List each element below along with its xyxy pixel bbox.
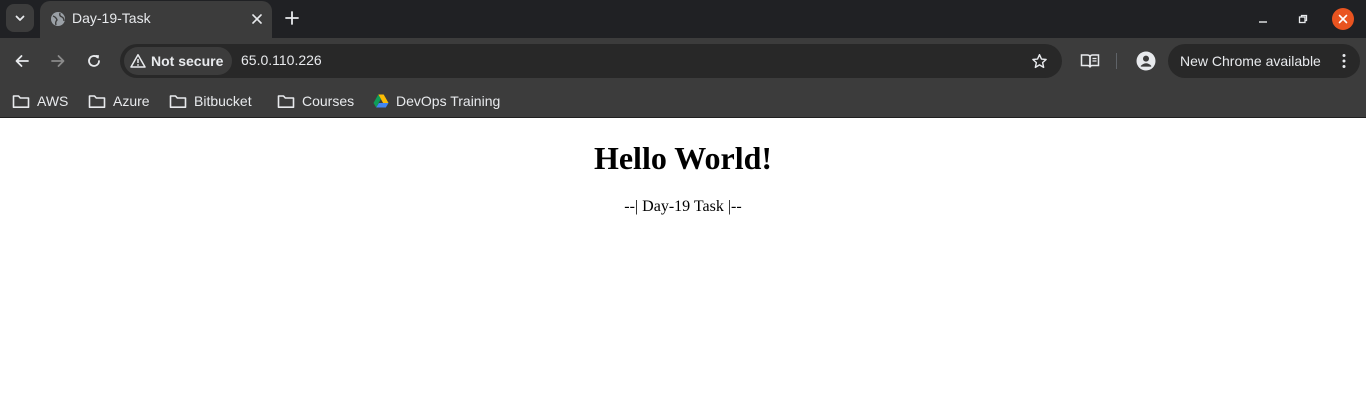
back-button[interactable] — [10, 49, 34, 73]
bookmark-devops-training[interactable]: DevOps Training — [373, 89, 500, 113]
restore-icon — [1298, 14, 1308, 24]
address-bar[interactable]: Not secure 65.0.110.226 — [120, 44, 1062, 78]
warning-icon — [130, 54, 146, 68]
arrow-left-icon — [15, 55, 29, 67]
minimize-icon — [1259, 21, 1267, 23]
arrow-right-icon — [51, 55, 65, 67]
bookmark-label: DevOps Training — [396, 93, 501, 109]
browser-toolbar: Not secure 65.0.110.226 New Chrome avail… — [0, 38, 1366, 83]
update-label: New Chrome available — [1180, 53, 1321, 69]
bookmark-aws[interactable]: AWS — [12, 89, 68, 113]
reload-icon — [88, 55, 100, 67]
chevron-down-icon — [15, 15, 25, 21]
security-label: Not secure — [151, 53, 224, 69]
page-content: Hello World! --| Day-19 Task |-- — [0, 119, 1366, 420]
close-icon — [252, 14, 262, 24]
bookmark-label: Courses — [302, 93, 355, 109]
bookmark-star-button[interactable] — [1028, 50, 1050, 72]
reload-button[interactable] — [82, 49, 106, 73]
globe-icon — [51, 12, 65, 26]
star-icon — [1031, 53, 1047, 68]
bookmark-label: Bitbucket — [194, 93, 252, 109]
update-chrome-button[interactable]: New Chrome available — [1168, 44, 1360, 78]
more-vert-icon — [1342, 54, 1346, 68]
restore-button[interactable] — [1292, 8, 1314, 30]
bookmark-azure[interactable]: Azure — [88, 89, 150, 113]
reading-mode-button[interactable] — [1078, 49, 1102, 73]
bookmark-courses[interactable]: Courses — [277, 89, 354, 113]
tab-title: Day-19-Task — [72, 10, 151, 26]
profile-button[interactable] — [1134, 49, 1158, 73]
folder-icon — [277, 94, 295, 108]
tab-close-button[interactable] — [248, 10, 266, 28]
account-icon — [1136, 51, 1156, 71]
forward-button[interactable] — [46, 49, 70, 73]
tab-search-button[interactable] — [6, 4, 34, 32]
bookmarks-bar: AWS Azure Bitbucket Courses DevOps Train… — [0, 83, 1366, 118]
minimize-button[interactable] — [1252, 8, 1274, 30]
close-window-button[interactable] — [1332, 8, 1354, 30]
google-drive-icon — [373, 94, 389, 108]
book-open-icon — [1080, 54, 1100, 68]
folder-icon — [12, 94, 30, 108]
bookmark-label: Azure — [113, 93, 150, 109]
security-indicator[interactable]: Not secure — [124, 47, 232, 75]
folder-icon — [169, 94, 187, 108]
bookmark-bitbucket[interactable]: Bitbucket — [169, 89, 252, 113]
tab-strip: Day-19-Task — [0, 0, 1366, 38]
close-icon — [1338, 14, 1348, 24]
toolbar-divider — [1116, 53, 1117, 69]
page-heading: Hello World! — [593, 140, 773, 176]
bookmark-label: AWS — [37, 93, 69, 109]
tab-active[interactable]: Day-19-Task — [40, 1, 272, 38]
plus-icon — [285, 11, 299, 25]
new-tab-button[interactable] — [281, 7, 303, 29]
page-subtitle: --| Day-19 Task |-- — [624, 198, 742, 215]
url-text[interactable]: 65.0.110.226 — [241, 52, 322, 68]
folder-icon — [88, 94, 106, 108]
